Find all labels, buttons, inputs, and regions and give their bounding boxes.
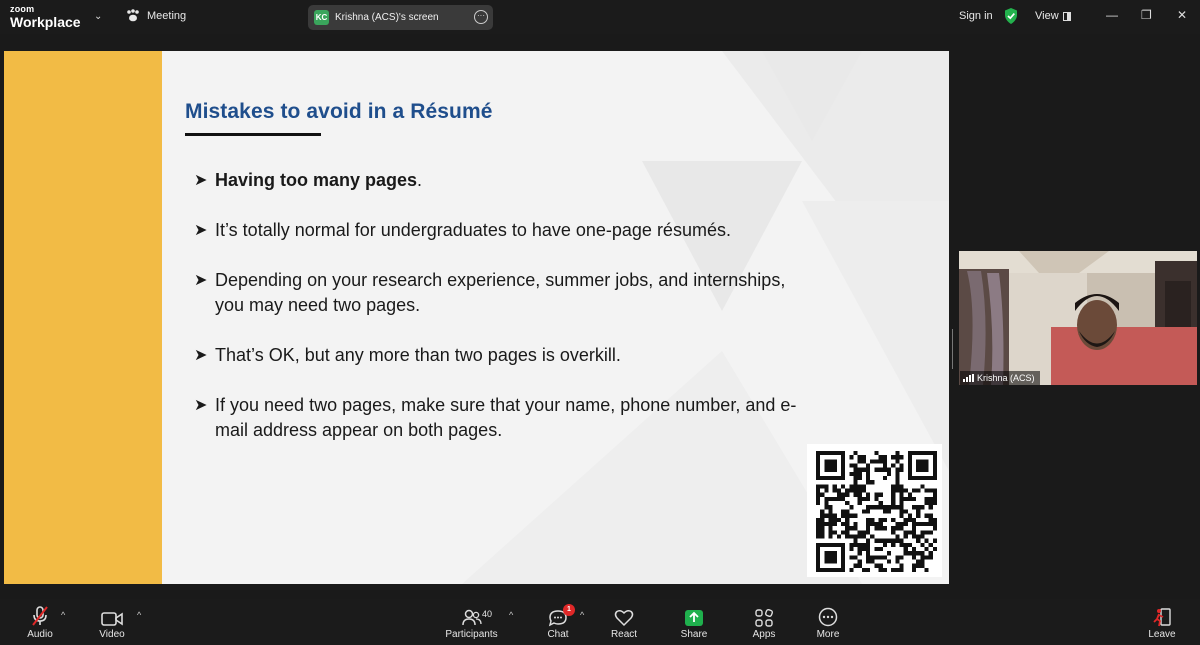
close-icon[interactable]: ✕ bbox=[1177, 8, 1187, 22]
qr-code bbox=[816, 451, 937, 572]
bullet-item: ➤ Having too many pages. bbox=[194, 168, 814, 193]
signal-strength-icon bbox=[963, 374, 974, 382]
screen-share-indicator[interactable]: KC Krishna (ACS)'s screen ··· bbox=[308, 5, 493, 30]
paw-icon bbox=[127, 9, 139, 22]
meeting-label: Meeting bbox=[147, 9, 187, 22]
title-bar: zoom Workplace ⌄ Meeting KC Krishna (ACS… bbox=[0, 0, 1200, 34]
heart-icon bbox=[608, 599, 640, 627]
bullet-item: ➤ That’s OK, but any more than two pages … bbox=[194, 343, 814, 368]
view-label: View bbox=[1035, 10, 1059, 22]
participant-name-tag: Krishna (ACS) bbox=[960, 371, 1040, 385]
apps-button[interactable]: Apps bbox=[748, 599, 780, 645]
share-label: Share bbox=[680, 629, 708, 640]
meeting-toolbar: Audio ^ Video ^ 40 Participants ^ 1 Chat… bbox=[0, 599, 1200, 645]
participants-button[interactable]: 40 Participants bbox=[444, 599, 499, 645]
bullet-item: ➤ It’s totally normal for undergraduates … bbox=[194, 218, 814, 243]
leave-label: Leave bbox=[1148, 629, 1176, 640]
brand-zoom: zoom bbox=[10, 4, 35, 14]
qr-code-card bbox=[807, 444, 942, 577]
participants-label: Participants bbox=[445, 629, 498, 640]
bullet-list: ➤ Having too many pages. ➤ It’s totally no… bbox=[194, 168, 814, 468]
presenter-avatar: KC bbox=[314, 10, 329, 25]
shared-slide: Mistakes to avoid in a Résumé ➤ Having to… bbox=[4, 51, 949, 584]
meeting-menu[interactable]: Meeting bbox=[126, 9, 186, 22]
video-label: Video bbox=[99, 629, 125, 640]
brand-workplace: Workplace bbox=[10, 14, 81, 30]
participants-count: 40 bbox=[482, 609, 493, 619]
app-logo[interactable]: zoom Workplace bbox=[10, 4, 81, 30]
audio-options-caret[interactable]: ^ bbox=[61, 610, 65, 620]
arrow-bullet-icon: ➤ bbox=[194, 222, 208, 239]
arrow-bullet-icon: ➤ bbox=[194, 272, 208, 289]
react-button[interactable]: React bbox=[608, 599, 640, 645]
arrow-bullet-icon: ➤ bbox=[194, 397, 208, 414]
screen-share-label: Krishna (ACS)'s screen bbox=[335, 12, 439, 23]
chat-button[interactable]: 1 Chat bbox=[543, 599, 575, 645]
view-layout-icon bbox=[1062, 11, 1071, 21]
video-options-caret[interactable]: ^ bbox=[137, 610, 141, 620]
title-underline bbox=[185, 133, 321, 136]
more-label: More bbox=[816, 629, 840, 640]
share-button[interactable]: Share bbox=[678, 599, 710, 645]
video-button[interactable]: Video bbox=[94, 599, 130, 645]
audio-button[interactable]: Audio bbox=[22, 599, 58, 645]
restore-icon[interactable]: ❐ bbox=[1141, 8, 1152, 22]
slide-accent-band bbox=[4, 51, 162, 584]
participant-name: Krishna (ACS) bbox=[977, 373, 1035, 383]
panel-splitter-handle[interactable] bbox=[952, 329, 956, 369]
arrow-bullet-icon: ➤ bbox=[194, 347, 208, 364]
apps-label: Apps bbox=[752, 629, 776, 640]
minimize-icon[interactable]: — bbox=[1106, 8, 1118, 22]
shield-check-icon[interactable] bbox=[1004, 8, 1018, 24]
participant-video[interactable] bbox=[959, 251, 1197, 385]
more-options-icon[interactable]: ··· bbox=[474, 10, 488, 24]
bullet-item: ➤ Depending on your research experience, … bbox=[194, 270, 786, 315]
chevron-down-icon[interactable]: ⌄ bbox=[94, 11, 102, 22]
view-menu[interactable]: View bbox=[1035, 10, 1071, 22]
meeting-stage: Mistakes to avoid in a Résumé ➤ Having to… bbox=[0, 34, 1200, 599]
more-icon bbox=[812, 599, 844, 627]
camera-icon bbox=[94, 599, 130, 627]
leave-icon bbox=[1146, 599, 1178, 627]
chat-options-caret[interactable]: ^ bbox=[580, 610, 584, 620]
participants-options-caret[interactable]: ^ bbox=[509, 610, 513, 620]
react-label: React bbox=[610, 629, 638, 640]
leave-button[interactable]: Leave bbox=[1146, 599, 1178, 645]
arrow-bullet-icon: ➤ bbox=[194, 172, 208, 189]
chat-unread-badge: 1 bbox=[563, 604, 575, 616]
audio-label: Audio bbox=[27, 629, 53, 640]
apps-icon bbox=[748, 599, 780, 627]
chat-label: Chat bbox=[547, 629, 569, 640]
mic-muted-icon bbox=[22, 599, 58, 627]
more-button[interactable]: More bbox=[812, 599, 844, 645]
slide-title: Mistakes to avoid in a Résumé bbox=[185, 100, 493, 123]
share-arrow-icon bbox=[678, 599, 710, 627]
sign-in-link[interactable]: Sign in bbox=[959, 10, 993, 22]
bullet-item: ➤ If you need two pages, make sure that y… bbox=[194, 395, 797, 440]
